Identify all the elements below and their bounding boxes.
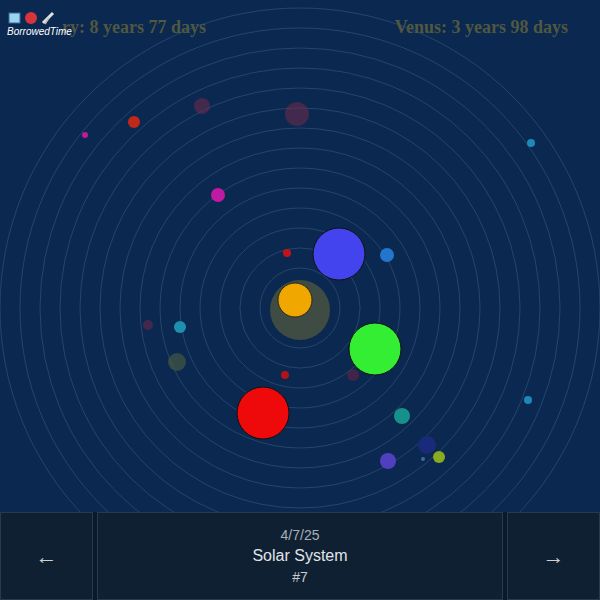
planet[interactable] bbox=[281, 371, 289, 379]
planet[interactable] bbox=[380, 248, 394, 262]
canvas: ry: 8 years 77 days Venus: 3 years 98 day… bbox=[0, 0, 600, 512]
orbit-ring bbox=[180, 188, 420, 428]
planet[interactable] bbox=[380, 453, 396, 469]
title-panel: 4/7/25 Solar System #7 bbox=[97, 512, 503, 600]
planet[interactable] bbox=[194, 98, 210, 114]
planet[interactable] bbox=[283, 249, 291, 257]
orbit-ring bbox=[200, 208, 400, 408]
next-button[interactable]: → bbox=[507, 512, 600, 600]
logo-text: BorrowedTime bbox=[7, 26, 72, 38]
planet[interactable] bbox=[168, 353, 186, 371]
number: #7 bbox=[292, 568, 308, 586]
orbit-ring bbox=[140, 148, 460, 468]
footer-bar: ← 4/7/25 Solar System #7 → bbox=[0, 512, 600, 600]
planet[interactable] bbox=[433, 451, 445, 463]
left-reading: ry: 8 years 77 days bbox=[62, 16, 206, 38]
planet[interactable] bbox=[418, 436, 436, 454]
planet[interactable] bbox=[394, 408, 410, 424]
planet[interactable] bbox=[211, 188, 225, 202]
date: 4/7/25 bbox=[281, 526, 320, 544]
app: ry: 8 years 77 days Venus: 3 years 98 day… bbox=[0, 0, 600, 600]
prev-button[interactable]: ← bbox=[0, 512, 93, 600]
orbit-ring bbox=[60, 68, 540, 512]
planet[interactable] bbox=[421, 457, 425, 461]
planet[interactable] bbox=[347, 369, 359, 381]
orbit-ring bbox=[120, 128, 480, 488]
logo-icon bbox=[7, 10, 55, 26]
planet[interactable] bbox=[237, 387, 289, 439]
right-reading: Venus: 3 years 98 days bbox=[395, 16, 568, 38]
planet[interactable] bbox=[349, 323, 401, 375]
orbit-ring bbox=[100, 108, 500, 508]
planet[interactable] bbox=[285, 102, 309, 126]
planet[interactable] bbox=[143, 320, 153, 330]
planet[interactable] bbox=[128, 116, 140, 128]
orbit-ring bbox=[0, 8, 600, 512]
logo: BorrowedTime bbox=[7, 10, 72, 38]
planet[interactable] bbox=[524, 396, 532, 404]
sun bbox=[278, 283, 312, 317]
solar-system-chart bbox=[0, 0, 600, 512]
orbit-ring bbox=[20, 28, 580, 512]
sun-glow bbox=[270, 280, 330, 340]
orbit-ring bbox=[260, 268, 340, 348]
orbit-ring bbox=[40, 48, 560, 512]
planet[interactable] bbox=[313, 228, 365, 280]
orbit-ring bbox=[160, 168, 440, 448]
planet[interactable] bbox=[527, 139, 535, 147]
planet[interactable] bbox=[82, 132, 88, 138]
orbit-ring bbox=[80, 88, 520, 512]
title: Solar System bbox=[252, 546, 347, 566]
planet[interactable] bbox=[174, 321, 186, 333]
